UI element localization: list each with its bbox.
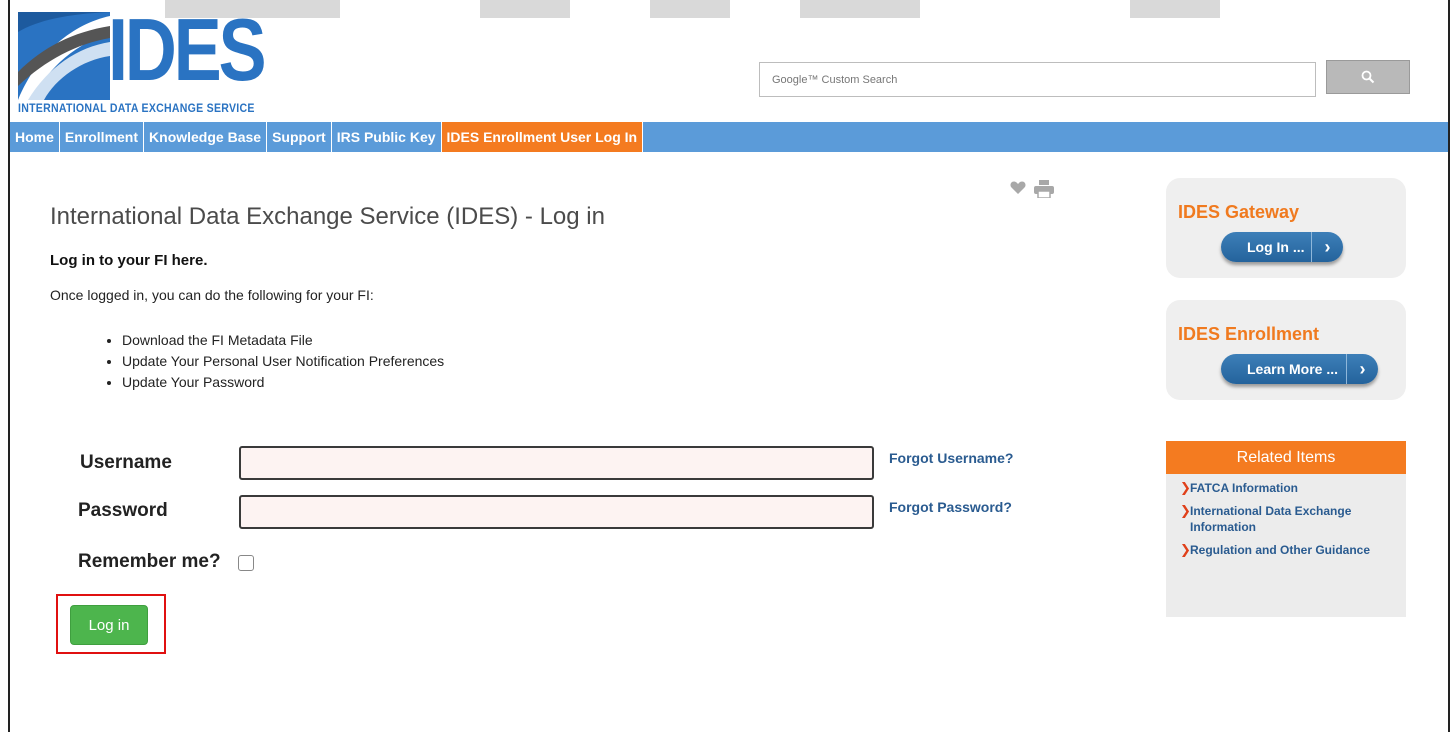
nav-enrollment[interactable]: Enrollment bbox=[60, 122, 145, 152]
password-label: Password bbox=[78, 500, 168, 521]
related-item-label: International Data Exchange Information bbox=[1190, 504, 1352, 534]
nav-enrollment-user-login[interactable]: IDES Enrollment User Log In bbox=[441, 122, 644, 152]
nav-irs-public-key[interactable]: IRS Public Key bbox=[332, 122, 442, 152]
logo-subtitle: INTERNATIONAL DATA EXCHANGE SERVICE bbox=[18, 101, 255, 115]
logo-wordmark: IDES bbox=[108, 0, 267, 99]
username-label: Username bbox=[80, 452, 172, 473]
password-field[interactable] bbox=[239, 495, 874, 529]
chevron-right-icon: ❯ bbox=[1180, 542, 1191, 557]
watermark bbox=[480, 0, 570, 18]
remember-me-checkbox[interactable] bbox=[238, 555, 254, 571]
gateway-login-button[interactable]: Log In ... › bbox=[1221, 232, 1343, 262]
related-item-fatca[interactable]: ❯ FATCA Information bbox=[1180, 480, 1400, 496]
print-icon[interactable] bbox=[1034, 180, 1054, 198]
remember-me-label: Remember me? bbox=[78, 551, 221, 572]
enrollment-learn-more-label: Learn More ... bbox=[1247, 361, 1339, 377]
globe-logo-icon bbox=[18, 12, 110, 100]
page-frame: IDES INTERNATIONAL DATA EXCHANGE SERVICE… bbox=[8, 0, 1450, 732]
related-items-panel: Related Items ❯ FATCA Information ❯ Inte… bbox=[1166, 441, 1406, 617]
gateway-title: IDES Gateway bbox=[1178, 202, 1300, 222]
ides-logo[interactable]: IDES INTERNATIONAL DATA EXCHANGE SERVICE bbox=[18, 6, 278, 120]
login-button[interactable]: Log in bbox=[70, 605, 148, 645]
feature-list: Download the FI Metadata File Update You… bbox=[122, 330, 444, 393]
search-input[interactable]: Google™ Custom Search bbox=[759, 62, 1316, 97]
enrollment-card: IDES Enrollment Learn More ... › bbox=[1166, 300, 1406, 400]
main-nav: Home Enrollment Knowledge Base Support I… bbox=[10, 122, 1448, 152]
gateway-login-label: Log In ... bbox=[1247, 239, 1305, 255]
watermark bbox=[650, 0, 730, 18]
search-button[interactable] bbox=[1326, 60, 1410, 94]
list-item: Download the FI Metadata File bbox=[122, 330, 444, 351]
list-item: Update Your Password bbox=[122, 372, 444, 393]
intro-text: Once logged in, you can do the following… bbox=[50, 287, 374, 303]
nav-knowledge-base[interactable]: Knowledge Base bbox=[144, 122, 268, 152]
nav-home[interactable]: Home bbox=[10, 122, 60, 152]
related-item-regulation-guidance[interactable]: ❯ Regulation and Other Guidance bbox=[1180, 542, 1400, 558]
enrollment-learn-more-button[interactable]: Learn More ... › bbox=[1221, 354, 1378, 384]
nav-support[interactable]: Support bbox=[267, 122, 332, 152]
watermark bbox=[800, 0, 920, 18]
chevron-right-icon: ❯ bbox=[1180, 480, 1191, 495]
gateway-card: IDES Gateway Log In ... › bbox=[1166, 178, 1406, 278]
forgot-username-link[interactable]: Forgot Username? bbox=[889, 450, 1013, 466]
related-items-list: ❯ FATCA Information ❯ International Data… bbox=[1166, 474, 1406, 558]
page-tools bbox=[1010, 180, 1054, 198]
watermark bbox=[1130, 0, 1220, 18]
search-placeholder: Google™ Custom Search bbox=[772, 74, 898, 86]
page-subheading: Log in to your FI here. bbox=[50, 252, 208, 269]
forgot-password-link[interactable]: Forgot Password? bbox=[889, 499, 1012, 515]
heart-icon[interactable] bbox=[1010, 180, 1026, 195]
related-items-title: Related Items bbox=[1166, 441, 1406, 474]
list-item: Update Your Personal User Notification P… bbox=[122, 351, 444, 372]
chevron-right-icon: ❯ bbox=[1180, 503, 1191, 518]
page-title: International Data Exchange Service (IDE… bbox=[50, 203, 605, 230]
related-item-label: Regulation and Other Guidance bbox=[1190, 543, 1371, 557]
search-icon bbox=[1361, 70, 1375, 84]
username-field[interactable] bbox=[239, 446, 874, 480]
chevron-right-icon: › bbox=[1311, 232, 1343, 262]
chevron-right-icon: › bbox=[1346, 354, 1378, 384]
related-item-international-data-exchange[interactable]: ❯ International Data Exchange Informatio… bbox=[1180, 503, 1400, 535]
enrollment-title: IDES Enrollment bbox=[1178, 324, 1320, 344]
related-item-label: FATCA Information bbox=[1190, 481, 1298, 495]
